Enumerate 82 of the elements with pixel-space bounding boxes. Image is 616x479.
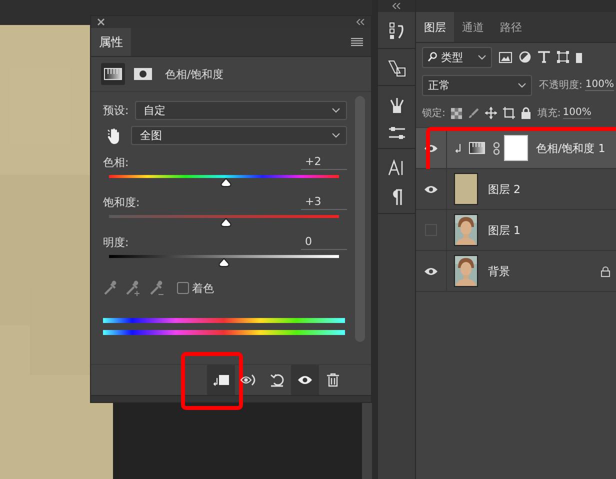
range-dropdown[interactable]: 全图: [131, 126, 347, 145]
slider-thumb[interactable]: [220, 178, 232, 187]
trash-icon: [327, 373, 339, 387]
lock-icon: [601, 266, 610, 276]
adjustment-icon: [469, 142, 485, 154]
eye-icon[interactable]: [424, 184, 438, 194]
eyedropper-icon[interactable]: [103, 280, 117, 296]
eye-icon[interactable]: [424, 144, 438, 152]
slider[interactable]: [109, 175, 339, 188]
adjustment-title: 色相/饱和度: [165, 66, 224, 82]
chevron-icon: [518, 82, 526, 88]
filter-dropdown[interactable]: 类型: [422, 46, 492, 68]
opacity-field[interactable]: 100%: [585, 79, 614, 91]
collapse-icon[interactable]: [392, 3, 401, 9]
preset-label: 预设:: [103, 103, 129, 118]
layer-thumbnail[interactable]: [454, 173, 478, 205]
layer-name[interactable]: 图层 2: [488, 182, 520, 196]
slider-value-field[interactable]: +3: [301, 195, 347, 210]
slider[interactable]: [109, 255, 339, 268]
collapse-icon[interactable]: [356, 19, 365, 25]
adjustment-filter-icon[interactable]: [519, 51, 531, 63]
lock-label: 锁定:: [422, 106, 446, 120]
resize-grip[interactable]: [91, 395, 371, 402]
artboard-icon[interactable]: [503, 107, 516, 119]
layer-row[interactable]: 色相/饱和度 1: [416, 128, 616, 169]
image-filter-icon[interactable]: [499, 52, 512, 62]
properties-tab[interactable]: 属性: [91, 28, 131, 56]
character-icon[interactable]: [388, 159, 406, 177]
reset-icon: [270, 373, 284, 387]
slider[interactable]: [109, 215, 339, 228]
mask-thumbnail[interactable]: [504, 135, 528, 161]
lock-transparency-icon[interactable]: [451, 108, 462, 118]
transform-icon[interactable]: [388, 59, 406, 77]
panel-tab[interactable]: 图层: [416, 12, 454, 42]
blend-mode-dropdown[interactable]: 正常: [422, 74, 532, 96]
slider-thumb[interactable]: [220, 218, 232, 227]
layer-name[interactable]: 背景: [488, 264, 510, 278]
layer-row[interactable]: 图层 2: [416, 169, 616, 210]
slider-value-field[interactable]: +2: [301, 155, 347, 170]
fill-field[interactable]: 100%: [562, 107, 592, 119]
layer-row[interactable]: 背景: [416, 251, 616, 292]
add-eyedropper-icon[interactable]: [125, 280, 141, 296]
chevron-icon: [332, 108, 340, 113]
close-icon[interactable]: [97, 18, 105, 26]
clip-button[interactable]: [207, 365, 235, 395]
layer-name[interactable]: 图层 1: [488, 222, 520, 238]
preset-dropdown[interactable]: 自定: [134, 101, 347, 120]
chevron-icon: [478, 54, 486, 60]
history-icon[interactable]: [388, 22, 406, 40]
link-icon[interactable]: [493, 142, 500, 154]
opacity-label: 不透明度:: [539, 78, 582, 92]
slider-thumb[interactable]: [218, 258, 230, 267]
move-icon[interactable]: [485, 107, 498, 119]
view-previous-icon: [240, 373, 258, 387]
panel-tab[interactable]: 路径: [492, 12, 530, 42]
layer-name[interactable]: 色相/饱和度 1: [536, 140, 606, 156]
lock-icon[interactable]: [521, 107, 532, 119]
brush-icon[interactable]: [468, 108, 480, 118]
shape-filter-icon[interactable]: [557, 51, 569, 63]
panel-tab[interactable]: 通道: [454, 12, 492, 42]
adjustment-icon[interactable]: [101, 63, 125, 85]
brush-icon[interactable]: [388, 96, 406, 114]
slider-label: 饱和度:: [103, 195, 140, 210]
fill-label: 填充:: [537, 106, 561, 120]
slider-value-field[interactable]: 0: [301, 235, 347, 250]
chevron-icon: [332, 133, 340, 138]
slider-label: 明度:: [103, 235, 129, 250]
paragraph-icon[interactable]: [390, 189, 402, 205]
colorize-checkbox[interactable]: 着色: [177, 280, 214, 296]
layer-row[interactable]: 图层 1: [416, 210, 616, 251]
eye-icon: [297, 375, 313, 385]
search-icon: [428, 52, 437, 62]
clip-arrow-icon: [455, 144, 461, 152]
eye-icon[interactable]: [424, 266, 438, 276]
smart-object-filter-icon[interactable]: [576, 51, 582, 63]
subtract-eyedropper-icon[interactable]: [149, 280, 165, 296]
text-filter-icon[interactable]: [538, 51, 550, 63]
adjustments-icon[interactable]: [388, 126, 406, 140]
visibility-button[interactable]: [291, 365, 319, 395]
clip-icon: [213, 374, 229, 386]
mask-icon[interactable]: [131, 65, 155, 83]
slider-label: 色相:: [103, 155, 129, 170]
